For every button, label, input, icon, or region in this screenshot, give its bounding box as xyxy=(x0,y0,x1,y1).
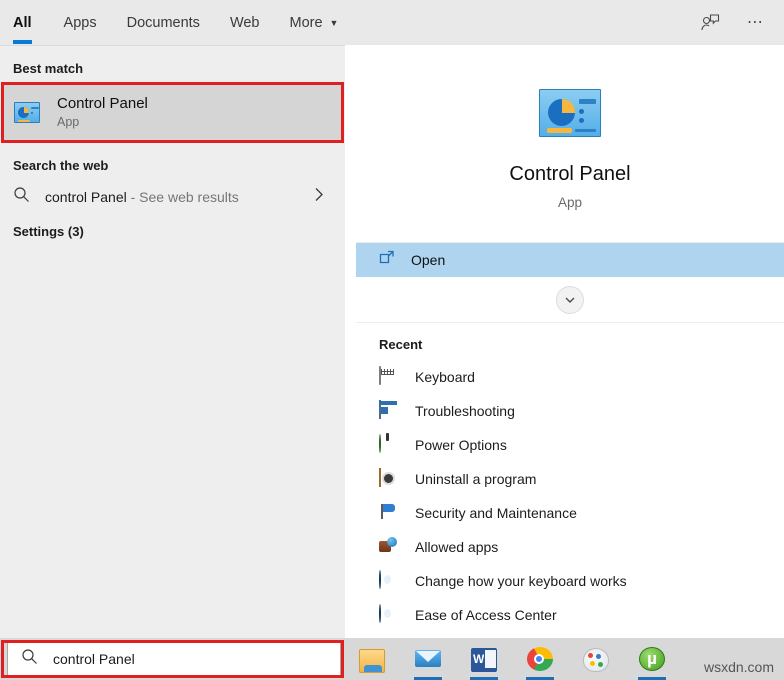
chrome-icon xyxy=(527,647,553,671)
tab-apps-label: Apps xyxy=(64,15,97,31)
search-filter-tabbar: All Apps Documents Web More ▼ xyxy=(0,0,784,45)
app-preview-card: Control Panel App xyxy=(356,46,784,243)
recent-header: Recent xyxy=(356,323,784,358)
tab-more-label: More xyxy=(290,15,323,31)
watermark: wsxdn.com xyxy=(704,659,774,675)
tab-all-label: All xyxy=(13,15,32,31)
recent-list: Keyboard Troubleshooting Power Options U… xyxy=(356,358,784,666)
web-result-row[interactable]: control Panel - See web results xyxy=(0,179,345,215)
tab-documents[interactable]: Documents xyxy=(112,0,215,45)
chevron-down-icon: ▼ xyxy=(330,19,339,28)
file-explorer-icon xyxy=(359,649,385,673)
chevron-down-icon[interactable] xyxy=(556,286,584,314)
best-match-text: Control Panel App xyxy=(57,95,148,130)
open-action-button[interactable]: Open xyxy=(356,243,784,277)
start-menu-search-screen: All Apps Documents Web More ▼ xyxy=(0,0,784,680)
tabbar-actions: ⋯ xyxy=(690,0,776,45)
tab-apps[interactable]: Apps xyxy=(49,0,112,45)
ease-of-access-icon xyxy=(379,605,399,625)
mail-icon xyxy=(415,647,441,671)
tab-more[interactable]: More ▼ xyxy=(275,0,354,45)
list-item-label: Power Options xyxy=(415,437,507,453)
control-panel-icon xyxy=(539,89,601,137)
tab-web-label: Web xyxy=(230,15,260,31)
taskbar-mail-button[interactable] xyxy=(413,638,443,680)
best-match-result-control-panel[interactable]: Control Panel App xyxy=(3,84,342,141)
list-item[interactable]: Allowed apps xyxy=(356,530,784,564)
search-input[interactable]: control Panel xyxy=(7,642,341,676)
utorrent-icon xyxy=(639,647,665,671)
taskbar-word-button[interactable] xyxy=(469,638,499,680)
expander-row xyxy=(356,277,784,323)
control-panel-icon xyxy=(14,102,40,123)
paint-icon xyxy=(583,648,609,672)
allowed-apps-icon xyxy=(379,537,399,557)
list-item-label: Change how your keyboard works xyxy=(415,573,627,589)
preview-app-subtitle: App xyxy=(558,195,582,210)
taskbar-chrome-button[interactable] xyxy=(525,638,555,680)
power-options-icon xyxy=(379,435,399,455)
list-item[interactable]: Uninstall a program xyxy=(356,462,784,496)
settings-header: Settings (3) xyxy=(0,224,84,239)
best-match-title: Control Panel xyxy=(57,95,148,113)
open-action-label: Open xyxy=(411,252,445,268)
taskbar-search-area: control Panel xyxy=(0,638,345,680)
web-result-suffix: - See web results xyxy=(127,189,239,205)
tab-list: All Apps Documents Web More ▼ xyxy=(0,0,353,45)
list-item-label: Allowed apps xyxy=(415,539,498,555)
keyboard-icon xyxy=(379,367,399,387)
web-result-query: control Panel xyxy=(45,189,127,205)
ease-of-access-icon xyxy=(379,571,399,591)
taskbar-utorrent-button[interactable] xyxy=(637,638,667,680)
taskbar-file-explorer-button[interactable] xyxy=(357,638,387,680)
troubleshooting-icon xyxy=(379,401,399,421)
app-preview-pane: Control Panel App Open Recent xyxy=(356,46,784,638)
list-item-label: Uninstall a program xyxy=(415,471,536,487)
taskbar-app-buttons xyxy=(345,638,667,680)
tab-all[interactable]: All xyxy=(13,0,49,45)
search-results-pane: Best match Control Panel App Search the … xyxy=(0,45,345,638)
list-item[interactable]: Keyboard xyxy=(356,360,784,394)
feedback-person-icon[interactable] xyxy=(690,5,730,41)
search-icon xyxy=(21,648,38,670)
list-item-label: Keyboard xyxy=(415,369,475,385)
tab-web[interactable]: Web xyxy=(215,0,275,45)
tab-documents-label: Documents xyxy=(127,15,200,31)
list-item-label: Security and Maintenance xyxy=(415,505,577,521)
flag-icon xyxy=(379,503,399,523)
best-match-subtitle: App xyxy=(57,115,148,130)
search-the-web-header: Search the web xyxy=(0,158,108,173)
open-external-icon xyxy=(379,250,395,271)
list-item[interactable]: Troubleshooting xyxy=(356,394,784,428)
uninstall-program-icon xyxy=(379,469,399,489)
best-match-header: Best match xyxy=(0,61,83,76)
list-item-label: Troubleshooting xyxy=(415,403,515,419)
preview-app-title: Control Panel xyxy=(509,163,630,186)
ellipsis-icon[interactable]: ⋯ xyxy=(736,5,776,41)
taskbar-paint-button[interactable] xyxy=(581,638,611,680)
search-input-value: control Panel xyxy=(53,651,135,667)
taskbar: control Panel wsxdn.com xyxy=(0,638,784,680)
list-item[interactable]: Change how your keyboard works xyxy=(356,564,784,598)
web-result-label: control Panel - See web results xyxy=(45,189,239,205)
search-icon xyxy=(13,186,30,208)
list-item[interactable]: Ease of Access Center xyxy=(356,598,784,632)
list-item[interactable]: Power Options xyxy=(356,428,784,462)
word-icon xyxy=(471,648,497,672)
chevron-right-icon[interactable] xyxy=(313,187,325,208)
list-item-label: Ease of Access Center xyxy=(415,607,557,623)
list-item[interactable]: Security and Maintenance xyxy=(356,496,784,530)
